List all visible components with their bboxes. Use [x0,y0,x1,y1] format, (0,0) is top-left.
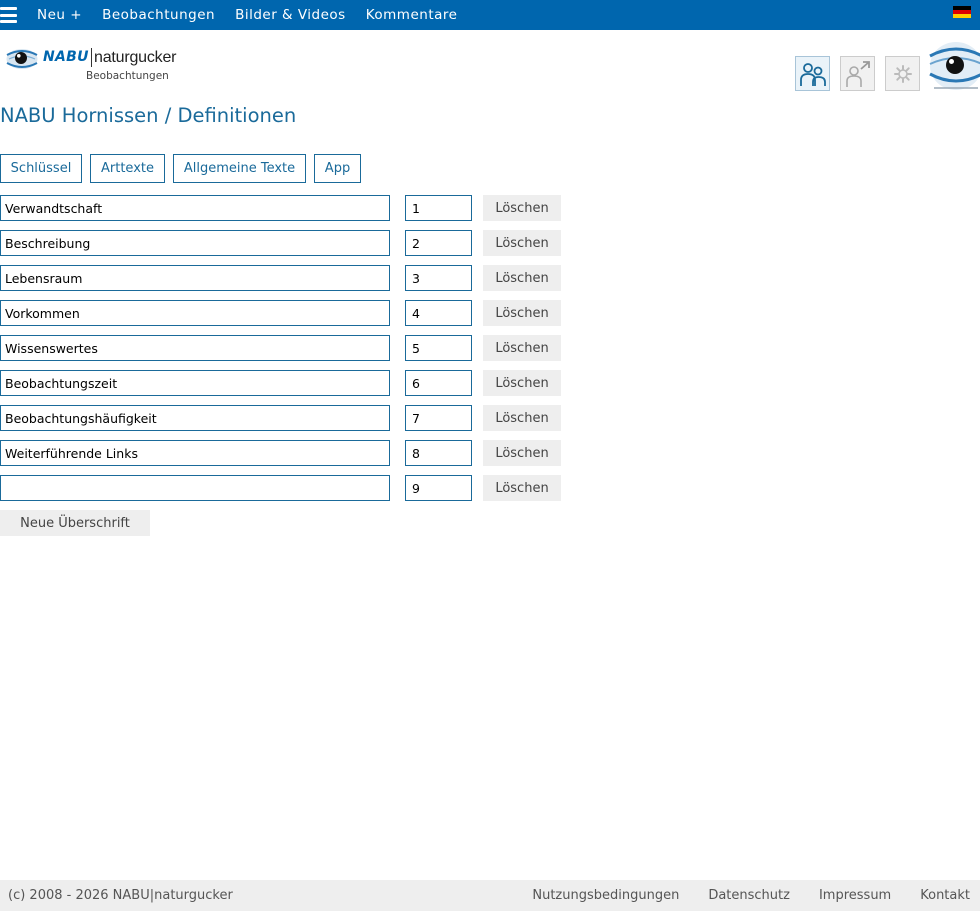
heading-name-input[interactable] [0,335,390,361]
heading-name-input[interactable] [0,440,390,466]
tab-app[interactable]: App [314,154,361,183]
logo-separator [91,48,92,67]
delete-button[interactable]: Löschen [483,405,561,431]
gear-icon [893,64,912,83]
heading-order-input[interactable] [405,475,472,501]
heading-name-input[interactable] [0,475,390,501]
heading-name-input[interactable] [0,370,390,396]
heading-order-input[interactable] [405,300,472,326]
heading-row: Löschen [0,265,562,291]
heading-order-input[interactable] [405,440,472,466]
heading-name-input[interactable] [0,300,390,326]
delete-button[interactable]: Löschen [483,440,561,466]
heading-order-input[interactable] [405,195,472,221]
heading-order-input[interactable] [405,265,472,291]
heading-order-input[interactable] [405,335,472,361]
delete-button[interactable]: Löschen [483,300,561,326]
heading-row: Löschen [0,440,562,466]
nav-kommentare[interactable]: Kommentare [366,7,458,23]
delete-button[interactable]: Löschen [483,370,561,396]
footer-link-nutzungsbedingungen[interactable]: Nutzungsbedingungen [532,888,679,903]
user-share-button[interactable] [840,56,875,91]
heading-row: Löschen [0,405,562,431]
top-nav: Neu + Beobachtungen Bilder & Videos Komm… [37,0,477,30]
heading-row: Löschen [0,300,562,326]
delete-button[interactable]: Löschen [483,230,561,256]
nav-neu[interactable]: Neu + [37,7,82,23]
heading-row: Löschen [0,195,562,221]
brand-eye-logo[interactable] [928,40,980,92]
eye-logo-icon [6,49,38,69]
heading-row: Löschen [0,335,562,361]
top-nav-bar: Neu + Beobachtungen Bilder & Videos Komm… [0,0,980,30]
footer-link-kontakt[interactable]: Kontakt [920,888,970,903]
heading-name-input[interactable] [0,230,390,256]
heading-order-input[interactable] [405,405,472,431]
tab-schluessel[interactable]: Schlüssel [0,154,82,183]
delete-button[interactable]: Löschen [483,475,561,501]
hamburger-menu-icon[interactable] [0,7,17,23]
delete-button[interactable]: Löschen [483,335,561,361]
eye-logo-icon [929,42,980,90]
heading-row: Löschen [0,475,562,501]
heading-row: Löschen [0,370,562,396]
user-share-icon [845,60,870,87]
copyright-text: (c) 2008 - 2026 NABU|naturgucker [8,888,233,903]
delete-button[interactable]: Löschen [483,195,561,221]
naturgucker-logo[interactable]: NABU naturgucker Beobachtungen [6,42,176,86]
logo-subtitle: Beobachtungen [86,70,169,82]
heading-row: Löschen [0,230,562,256]
german-flag-icon[interactable] [953,6,971,18]
footer-link-impressum[interactable]: Impressum [819,888,891,903]
users-icon [799,62,826,86]
footer-nav: Nutzungsbedingungen Datenschutz Impressu… [503,880,970,911]
tab-arttexte[interactable]: Arttexte [90,154,165,183]
heading-name-input[interactable] [0,265,390,291]
heading-order-input[interactable] [405,230,472,256]
delete-button[interactable]: Löschen [483,265,561,291]
heading-order-input[interactable] [405,370,472,396]
footer: (c) 2008 - 2026 NABU|naturgucker Nutzung… [0,880,980,911]
page-title: NABU Hornissen / Definitionen [0,104,297,127]
new-heading-button[interactable]: Neue Überschrift [0,510,150,536]
logo-nabu-text: NABU [43,49,89,65]
nav-bilder-videos[interactable]: Bilder & Videos [235,7,346,23]
footer-link-datenschutz[interactable]: Datenschutz [708,888,790,903]
users-button[interactable] [795,56,830,91]
nav-beobachtungen[interactable]: Beobachtungen [102,7,215,23]
heading-name-input[interactable] [0,405,390,431]
settings-button[interactable] [885,56,920,91]
logo-naturgucker-text: naturgucker [94,49,177,66]
tab-allgemeine-texte[interactable]: Allgemeine Texte [173,154,306,183]
heading-name-input[interactable] [0,195,390,221]
